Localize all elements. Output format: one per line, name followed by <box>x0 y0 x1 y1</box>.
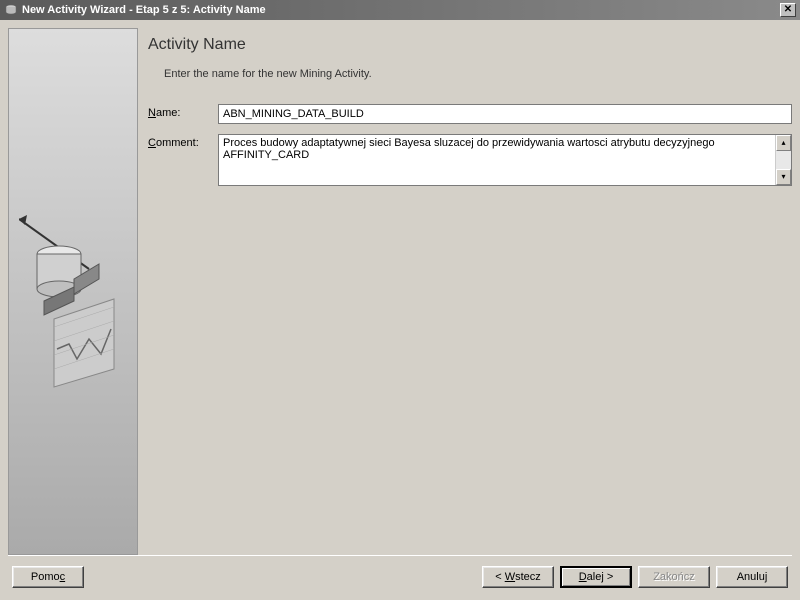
finish-button: Zakończ <box>638 566 710 588</box>
close-button[interactable]: ✕ <box>780 3 796 17</box>
comment-input[interactable] <box>219 135 775 185</box>
window-title: New Activity Wizard - Etap 5 z 5: Activi… <box>22 4 780 16</box>
page-subheading: Enter the name for the new Mining Activi… <box>164 68 792 80</box>
scroll-down-button[interactable]: ▾ <box>776 169 791 185</box>
comment-scrollbar: ▴ ▾ <box>775 135 791 185</box>
scroll-up-button[interactable]: ▴ <box>776 135 791 151</box>
name-label: Name: <box>148 104 218 119</box>
app-icon <box>4 3 18 17</box>
cancel-button[interactable]: Anuluj <box>716 566 788 588</box>
help-button[interactable]: Pomoc <box>12 566 84 588</box>
page-heading: Activity Name <box>148 36 792 54</box>
main-panel: Activity Name Enter the name for the new… <box>148 28 792 555</box>
comment-label: Comment: <box>148 134 218 149</box>
button-bar: Pomoc < Wstecz Dalej > Zakończ Anuluj <box>0 556 800 600</box>
back-button[interactable]: < Wstecz <box>482 566 554 588</box>
wizard-sidebar <box>8 28 138 555</box>
wizard-graphic <box>19 209 129 389</box>
titlebar: New Activity Wizard - Etap 5 z 5: Activi… <box>0 0 800 20</box>
comment-row: Comment: ▴ ▾ <box>148 134 792 186</box>
comment-field-wrap: ▴ ▾ <box>218 134 792 186</box>
name-input[interactable] <box>218 104 792 124</box>
name-row: Name: <box>148 104 792 124</box>
content-area: Activity Name Enter the name for the new… <box>0 20 800 555</box>
next-button[interactable]: Dalej > <box>560 566 632 588</box>
